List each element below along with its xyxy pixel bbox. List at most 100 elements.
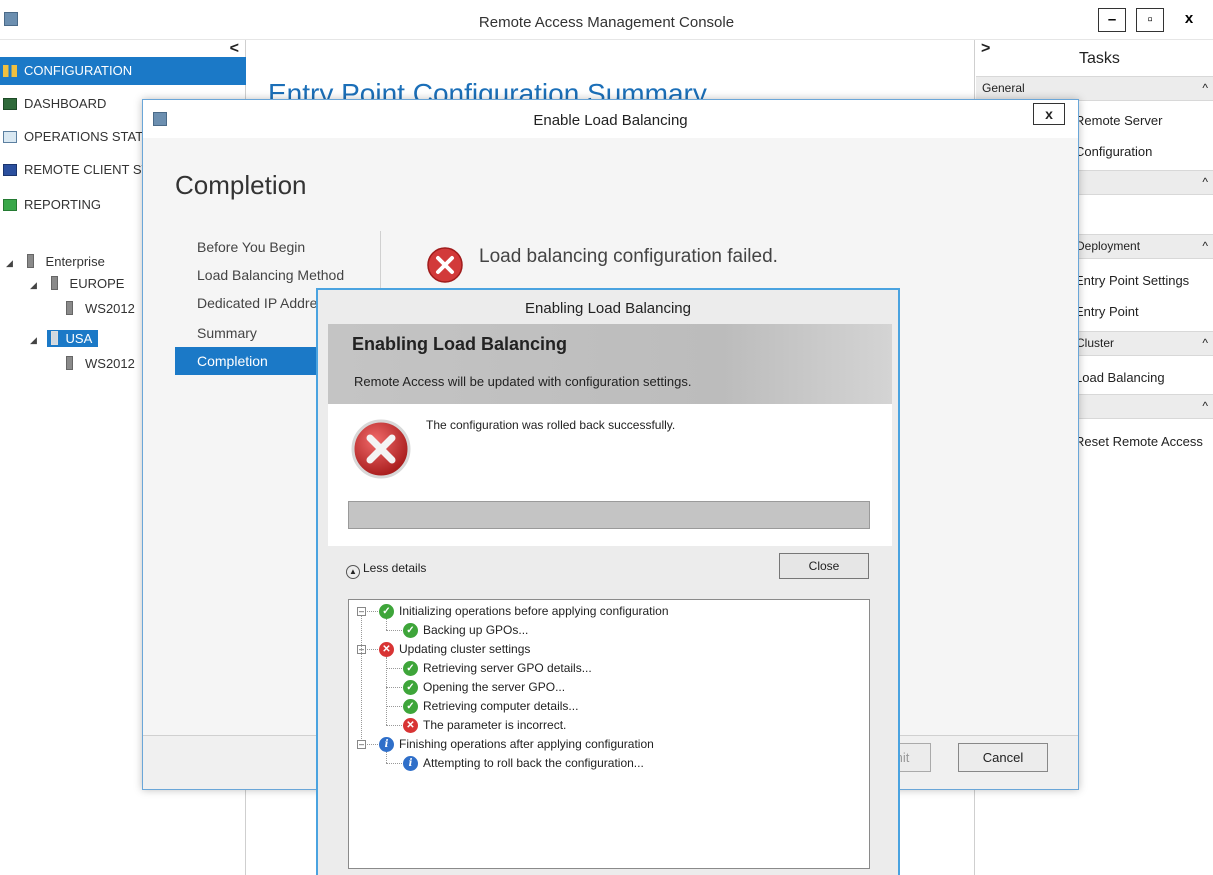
tree-node-enterprise[interactable]: ◢ Enterprise <box>6 254 105 269</box>
operations-icon <box>3 131 17 143</box>
tree-connector <box>386 725 402 726</box>
tree-node-label: WS2012 <box>85 356 135 371</box>
log-row-text: Updating cluster settings <box>399 642 531 656</box>
log-row[interactable]: ✓ Retrieving server GPO details... <box>349 659 869 678</box>
task-link-entry-point-settings[interactable]: Entry Point Settings <box>1075 273 1189 288</box>
tools-icon <box>3 65 17 77</box>
task-link-reset-remote-access[interactable]: Reset Remote Access <box>1075 434 1203 449</box>
tree-node-label: USA <box>65 331 93 346</box>
log-row[interactable]: – ✓ Initializing operations before applyin… <box>349 602 869 621</box>
section-label: General <box>982 81 1025 95</box>
minimize-button[interactable]: – <box>1098 8 1126 32</box>
tree-node-usa-server[interactable]: WS2012 <box>66 356 135 371</box>
success-check-icon: ✓ <box>403 699 418 714</box>
tree-connector <box>386 630 402 631</box>
log-row-text: Backing up GPOs... <box>423 623 529 637</box>
large-error-icon <box>350 418 412 480</box>
tree-node-usa[interactable]: ◢ USA <box>30 330 99 347</box>
tree-connector <box>386 619 387 630</box>
status-message: The configuration was rolled back succes… <box>426 418 676 432</box>
info-icon: i <box>403 756 418 771</box>
log-row-text: Attempting to roll back the configuratio… <box>423 756 644 770</box>
tree-connector <box>367 744 378 745</box>
error-icon <box>426 246 464 284</box>
expanded-arrow-icon[interactable]: ◢ <box>30 280 37 290</box>
log-row[interactable]: ✓ Opening the server GPO... <box>349 678 869 697</box>
wizard-step-load-balancing-method[interactable]: Load Balancing Method <box>175 261 385 289</box>
wizard-close-button[interactable]: x <box>1033 103 1065 125</box>
less-details-toggle[interactable]: ▲ Less details <box>346 561 426 579</box>
tree-connector <box>386 752 387 763</box>
tree-node-label: EUROPE <box>69 276 125 291</box>
operations-log: – ✓ Initializing operations before applyin… <box>348 599 870 869</box>
tree-connector <box>361 616 362 739</box>
report-icon <box>3 199 17 211</box>
server-icon <box>26 254 34 268</box>
expanded-arrow-icon[interactable]: ◢ <box>30 335 37 345</box>
task-link-entry-point[interactable]: Entry Point <box>1075 304 1139 319</box>
collapse-toggle-icon[interactable]: – <box>357 740 366 749</box>
tree-connector <box>367 649 378 650</box>
chevron-up-icon[interactable]: ^ <box>1202 395 1208 418</box>
log-row[interactable]: ✕ The parameter is incorrect. <box>349 716 869 735</box>
tasks-section-general[interactable]: General ^ <box>976 76 1213 101</box>
server-icon <box>66 356 73 370</box>
expand-panel-button[interactable]: > <box>981 40 990 58</box>
banner-subtitle: Remote Access will be updated with confi… <box>354 374 692 389</box>
close-button[interactable]: Close <box>779 553 869 579</box>
chevron-up-icon[interactable]: ^ <box>1202 332 1208 355</box>
server-icon <box>50 276 58 290</box>
log-row[interactable]: – ✕ Updating cluster settings <box>349 640 869 659</box>
chevron-up-icon[interactable]: ^ <box>1202 77 1208 100</box>
tree-connector <box>386 687 402 688</box>
tree-node-label: WS2012 <box>85 301 135 316</box>
wizard-heading: Completion <box>175 170 307 200</box>
banner-heading: Enabling Load Balancing <box>352 334 568 354</box>
log-row[interactable]: ✓ Backing up GPOs... <box>349 621 869 640</box>
chevron-up-icon[interactable]: ^ <box>1202 171 1208 194</box>
error-x-icon: ✕ <box>403 718 418 733</box>
cancel-button[interactable]: Cancel <box>958 743 1048 772</box>
tree-connector <box>386 657 387 725</box>
tree-node-europe-server[interactable]: WS2012 <box>66 301 135 316</box>
tree-connector <box>386 668 402 669</box>
window-title: Remote Access Management Console <box>478 14 735 31</box>
tree-connector <box>386 763 402 764</box>
log-row-text: Finishing operations after applying conf… <box>399 737 654 751</box>
progress-bar <box>348 501 870 529</box>
toggle-label: Less details <box>363 561 427 575</box>
info-icon: i <box>379 737 394 752</box>
task-link-remote-server[interactable]: Remote Server <box>1075 113 1162 128</box>
task-link-configuration[interactable]: Configuration <box>1075 144 1152 159</box>
wizard-step-before-you-begin[interactable]: Before You Begin <box>175 233 385 261</box>
log-row[interactable]: ✓ Retrieving computer details... <box>349 697 869 716</box>
tree-node-europe[interactable]: ◢ EUROPE <box>30 276 124 291</box>
log-row-text: Retrieving server GPO details... <box>423 661 592 675</box>
nav-item-configuration[interactable]: CONFIGURATION <box>0 57 246 85</box>
tasks-title: Tasks <box>1079 50 1120 67</box>
log-row[interactable]: i Attempting to roll back the configurati… <box>349 754 869 773</box>
chevron-up-icon[interactable]: ^ <box>1202 235 1208 258</box>
collapse-nav-button[interactable]: < <box>230 40 239 58</box>
tree-node-label: Enterprise <box>45 254 105 269</box>
log-row-text: The parameter is incorrect. <box>423 718 567 732</box>
server-icon <box>66 301 73 315</box>
restore-button[interactable]: ▫ <box>1136 8 1164 32</box>
nav-item-label: OPERATIONS STATUS <box>24 129 162 144</box>
success-check-icon: ✓ <box>379 604 394 619</box>
nav-item-label: DASHBOARD <box>24 96 107 111</box>
window-close-button[interactable]: x <box>1175 8 1203 32</box>
wizard-title: Enable Load Balancing <box>533 112 688 129</box>
task-link-load-balancing[interactable]: Load Balancing <box>1075 370 1165 385</box>
chevron-up-circle-icon: ▲ <box>346 565 360 579</box>
nav-item-label: CONFIGURATION <box>24 63 133 78</box>
log-row-text: Initializing operations before applying … <box>399 604 669 618</box>
selected-node-highlight: USA <box>46 330 99 347</box>
expanded-arrow-icon[interactable]: ◢ <box>6 258 13 268</box>
server-icon <box>50 331 58 345</box>
window-title-bar: Remote Access Management Console – ▫ x <box>0 0 1213 40</box>
progress-dialog-title: Enabling Load Balancing <box>525 300 691 317</box>
success-check-icon: ✓ <box>403 623 418 638</box>
collapse-toggle-icon[interactable]: – <box>357 607 366 616</box>
log-row[interactable]: – i Finishing operations after applying co… <box>349 735 869 754</box>
